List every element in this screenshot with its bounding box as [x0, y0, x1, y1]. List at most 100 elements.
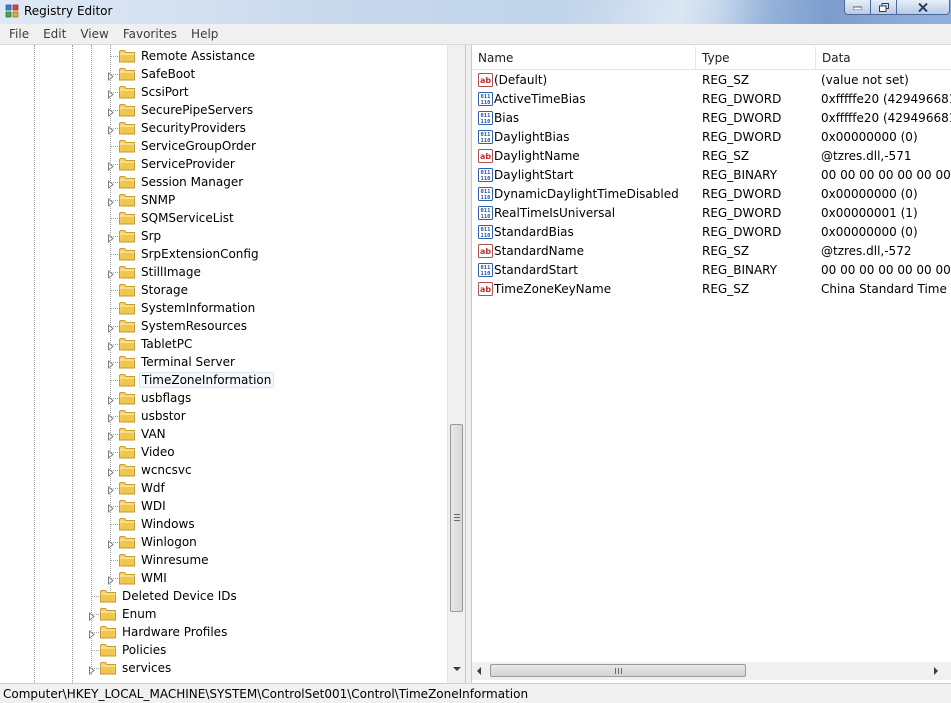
tree-item[interactable]: ServiceGroupOrder — [0, 137, 446, 155]
maximize-button[interactable] — [871, 0, 897, 15]
tree-item-label[interactable]: SystemInformation — [139, 300, 257, 316]
expand-arrow-icon[interactable] — [106, 340, 115, 352]
tree-item[interactable]: WDI — [0, 497, 446, 515]
value-row[interactable]: 011 110 DynamicDaylightTimeDisabled REG_DWO… — [472, 185, 951, 204]
tree-item-label[interactable]: SrpExtensionConfig — [139, 246, 261, 262]
expand-arrow-icon[interactable] — [106, 502, 115, 514]
list-scroll-thumb[interactable] — [490, 664, 746, 677]
tree-item[interactable]: services — [0, 659, 446, 677]
tree-item-label[interactable]: Hardware Profiles — [120, 624, 229, 640]
menu-view[interactable]: View — [73, 24, 115, 45]
menu-favorites[interactable]: Favorites — [116, 24, 184, 45]
tree-item[interactable]: Winresume — [0, 551, 446, 569]
tree-item-label[interactable]: Deleted Device IDs — [120, 588, 239, 604]
tree-item[interactable]: SQMServiceList — [0, 209, 446, 227]
expand-arrow-icon[interactable] — [87, 628, 96, 640]
tree-item[interactable]: Enum — [0, 605, 446, 623]
tree-item[interactable]: Windows — [0, 515, 446, 533]
value-row[interactable]: ab TimeZoneKeyName REG_SZ China Standard Ti… — [472, 280, 951, 299]
tree-item[interactable]: usbflags — [0, 389, 446, 407]
tree-item-label[interactable]: Storage — [139, 282, 190, 298]
tree-item[interactable]: TimeZoneInformation — [0, 371, 446, 389]
tree-vertical-scrollbar[interactable] — [447, 45, 465, 683]
tree-item[interactable]: Hardware Profiles — [0, 623, 446, 641]
expand-arrow-icon[interactable] — [106, 574, 115, 586]
value-row[interactable]: 011 110 DaylightBias REG_DWORD 0x00000000 (0… — [472, 128, 951, 147]
value-row[interactable]: ab StandardName REG_SZ @tzres.dll,-572 — [472, 242, 951, 261]
tree-item[interactable]: ServiceProvider — [0, 155, 446, 173]
expand-arrow-icon[interactable] — [106, 124, 115, 136]
value-row[interactable]: 011 110 StandardStart REG_BINARY 00 00 00 00… — [472, 261, 951, 280]
tree-item-label[interactable]: Wdf — [139, 480, 167, 496]
tree-item[interactable]: WMI — [0, 569, 446, 587]
tree-item[interactable]: SystemResources — [0, 317, 446, 335]
expand-arrow-icon[interactable] — [106, 70, 115, 82]
tree-item-label[interactable]: SNMP — [139, 192, 177, 208]
column-header-data[interactable]: Data — [816, 47, 951, 70]
tree-item-label[interactable]: Winlogon — [139, 534, 199, 550]
expand-arrow-icon[interactable] — [106, 430, 115, 442]
column-header-type[interactable]: Type — [696, 47, 816, 70]
tree-item[interactable]: Srp — [0, 227, 446, 245]
tree-item-label[interactable]: ScsiPort — [139, 84, 191, 100]
tree-item[interactable]: SNMP — [0, 191, 446, 209]
expand-arrow-icon[interactable] — [106, 358, 115, 370]
expand-arrow-icon[interactable] — [87, 610, 96, 622]
tree-item-label[interactable]: ServiceGroupOrder — [139, 138, 258, 154]
tree-item-label[interactable]: Windows — [139, 516, 197, 532]
tree-item-label[interactable]: ServiceProvider — [139, 156, 237, 172]
tree-item-label[interactable]: usbflags — [139, 390, 193, 406]
tree-item-label[interactable]: Winresume — [139, 552, 211, 568]
menu-help[interactable]: Help — [184, 24, 225, 45]
tree-item-label[interactable]: SystemResources — [139, 318, 249, 334]
value-row[interactable]: 011 110 StandardBias REG_DWORD 0x00000000 (0… — [472, 223, 951, 242]
value-row[interactable]: ab DaylightName REG_SZ @tzres.dll,-571 — [472, 147, 951, 166]
tree-item-label[interactable]: SecurePipeServers — [139, 102, 255, 118]
value-row[interactable]: 011110Bias REG_DWORD 0xfffffe20 (429496681… — [472, 109, 951, 128]
tree-item[interactable]: ScsiPort — [0, 83, 446, 101]
expand-arrow-icon[interactable] — [106, 466, 115, 478]
tree-item[interactable]: SafeBoot — [0, 65, 446, 83]
tree-item[interactable]: Remote Assistance — [0, 47, 446, 65]
tree-item-label[interactable]: Enum — [120, 606, 158, 622]
tree-item[interactable]: SecurityProviders — [0, 119, 446, 137]
tree-item-label[interactable]: wcncsvc — [139, 462, 194, 478]
expand-arrow-icon[interactable] — [106, 394, 115, 406]
tree-scroll-thumb[interactable] — [450, 424, 463, 612]
tree-item[interactable]: SecurePipeServers — [0, 101, 446, 119]
expand-arrow-icon[interactable] — [87, 664, 96, 676]
tree-item-label[interactable]: usbstor — [139, 408, 188, 424]
tree-item-label[interactable]: Remote Assistance — [139, 48, 257, 64]
tree-item[interactable]: usbstor — [0, 407, 446, 425]
value-row[interactable]: 011 110 RealTimeIsUniversal REG_DWORD 0x0000… — [472, 204, 951, 223]
close-button[interactable] — [897, 0, 950, 15]
expand-arrow-icon[interactable] — [106, 106, 115, 118]
value-row[interactable]: 011 110 ActiveTimeBias REG_DWORD 0xfffffe20 … — [472, 90, 951, 109]
tree-item[interactable]: Terminal Server — [0, 353, 446, 371]
scroll-right-arrow-icon[interactable] — [934, 667, 938, 675]
expand-arrow-icon[interactable] — [106, 268, 115, 280]
expand-arrow-icon[interactable] — [106, 88, 115, 100]
expand-arrow-icon[interactable] — [106, 232, 115, 244]
tree-item[interactable]: Winlogon — [0, 533, 446, 551]
value-row[interactable]: ab (Default) REG_SZ (value not set) — [472, 71, 951, 90]
expand-arrow-icon[interactable] — [106, 484, 115, 496]
tree-item-label-selected[interactable]: TimeZoneInformation — [139, 372, 275, 388]
tree-item[interactable]: VAN — [0, 425, 446, 443]
registry-tree[interactable]: Remote Assistance SafeBoot ScsiPort SecureP… — [0, 45, 466, 683]
tree-item-label[interactable]: TabletPC — [139, 336, 194, 352]
menu-file[interactable]: File — [2, 24, 36, 45]
tree-item-label[interactable]: VAN — [139, 426, 168, 442]
expand-arrow-icon[interactable] — [106, 412, 115, 424]
tree-item[interactable]: SystemInformation — [0, 299, 446, 317]
tree-item-label[interactable]: WMI — [139, 570, 169, 586]
menu-edit[interactable]: Edit — [36, 24, 73, 45]
tree-item[interactable]: TabletPC — [0, 335, 446, 353]
tree-item-label[interactable]: Policies — [120, 642, 168, 658]
tree-item-label[interactable]: Session Manager — [139, 174, 245, 190]
list-horizontal-scrollbar[interactable] — [472, 662, 951, 680]
values-list[interactable]: Name Type Data ab (Default) REG_SZ (value n… — [471, 45, 951, 683]
tree-item-label[interactable]: services — [120, 660, 173, 676]
tree-item[interactable]: wcncsvc — [0, 461, 446, 479]
tree-item[interactable]: Deleted Device IDs — [0, 587, 446, 605]
